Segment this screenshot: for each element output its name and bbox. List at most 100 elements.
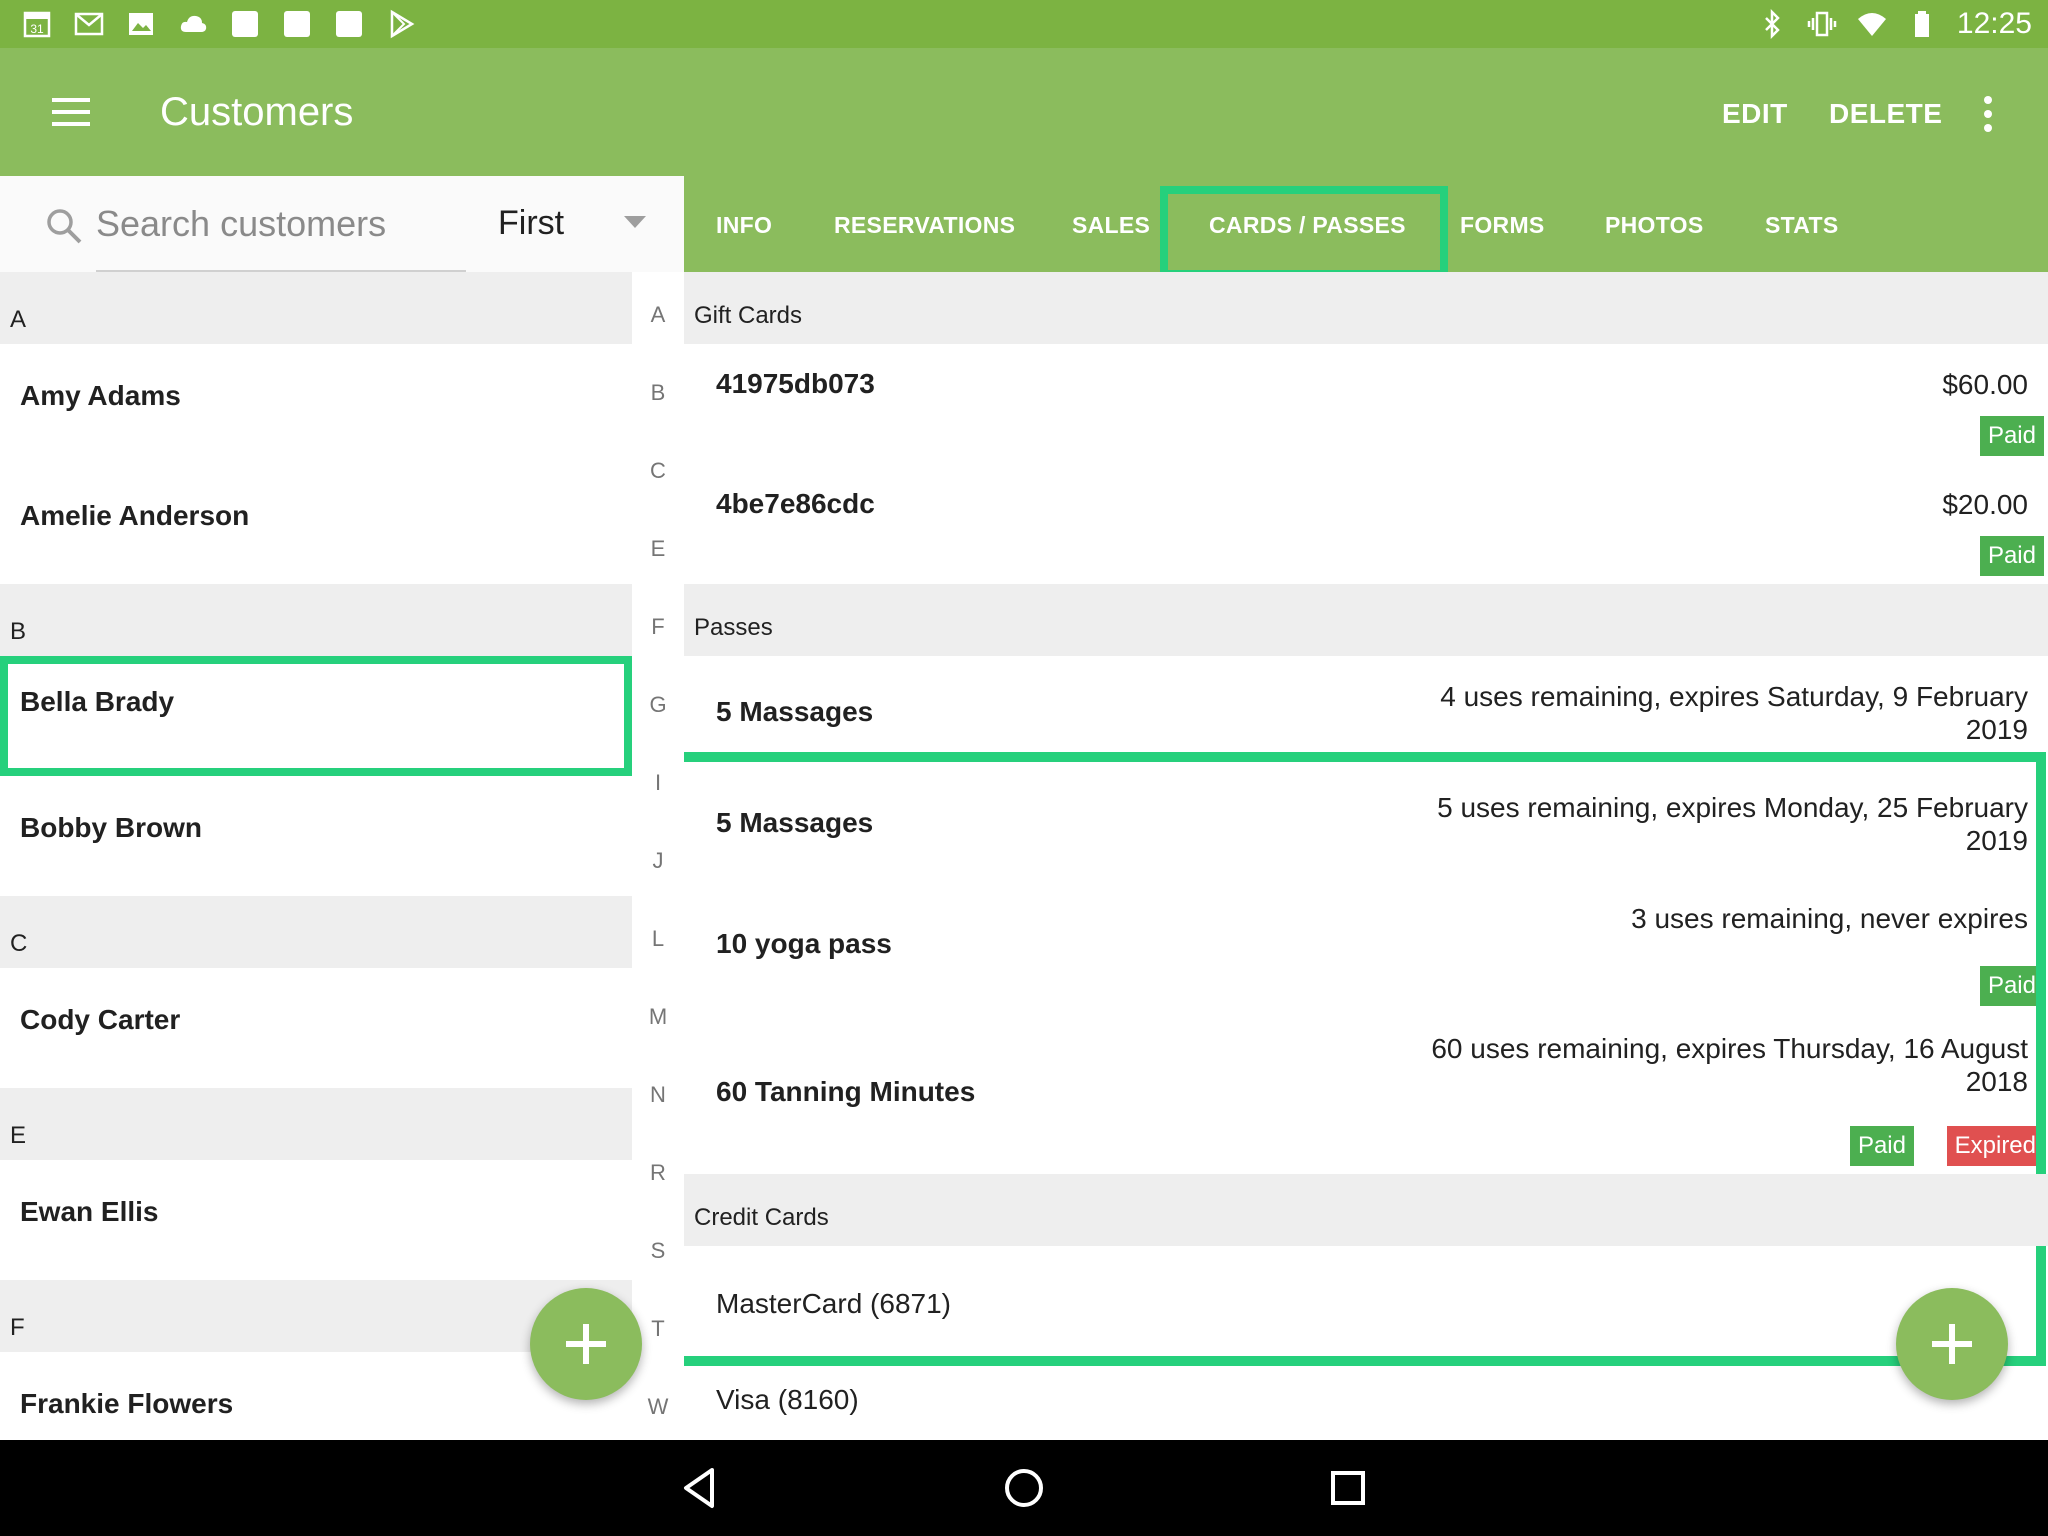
delete-button[interactable]: DELETE <box>1829 98 1942 130</box>
customer-item[interactable]: Cody Carter <box>0 968 632 1088</box>
tab-sales[interactable]: SALES <box>1072 212 1150 239</box>
search-input[interactable] <box>96 200 466 248</box>
alpha-index-letter[interactable]: W <box>632 1394 684 1420</box>
cards-passes-content: Gift Cards 41975db073 $60.00 Paid 4be7e8… <box>684 272 2048 1440</box>
pass-name[interactable]: 10 yoga pass <box>716 928 892 960</box>
notification-icons: 31 <box>22 8 416 40</box>
pass-detail-line: 2019 <box>1965 714 2028 745</box>
wifi-icon <box>1857 9 1887 39</box>
tab-reservations[interactable]: RESERVATIONS <box>834 212 1015 239</box>
alpha-index-letter[interactable]: G <box>632 692 684 718</box>
pass-detail-line: 4 uses remaining, expires Saturday, 9 Fe… <box>1440 681 2028 712</box>
pass-name[interactable]: 5 Massages <box>716 696 873 728</box>
customer-list-panel: First A Amy Adams Amelie Anderson B Bell… <box>0 176 684 1440</box>
alpha-index-letter[interactable]: N <box>632 1082 684 1108</box>
pass-name[interactable]: 60 Tanning Minutes <box>716 1076 975 1108</box>
pass-detail-line: 60 uses remaining, expires Thursday, 16 … <box>1431 1033 2028 1064</box>
alpha-index-letter[interactable]: F <box>632 614 684 640</box>
home-icon[interactable] <box>1000 1464 1048 1512</box>
alpha-index-letter[interactable]: B <box>632 380 684 406</box>
pass-detail-line: 5 uses remaining, expires Monday, 25 Feb… <box>1437 792 2028 823</box>
paid-badge: Paid <box>1979 416 2044 456</box>
plus-icon <box>566 1324 606 1364</box>
blank-square-icon <box>334 9 364 39</box>
pass-detail: 60 uses remaining, expires Thursday, 16 … <box>1431 1032 2028 1098</box>
credit-card-item[interactable]: Visa (8160) <box>716 1384 859 1416</box>
system-icons: 12:25 <box>1757 7 2032 40</box>
alpha-index-letter[interactable]: I <box>632 770 684 796</box>
search-icon <box>44 206 84 246</box>
alpha-index-letter[interactable]: S <box>632 1238 684 1264</box>
customer-name: Bobby Brown <box>20 812 202 843</box>
add-card-pass-button[interactable] <box>1896 1288 2008 1400</box>
paid-badge: Paid <box>1979 966 2044 1006</box>
play-store-icon <box>386 9 416 39</box>
recents-icon[interactable] <box>1324 1464 1372 1512</box>
alpha-index-letter[interactable]: R <box>632 1160 684 1186</box>
back-icon[interactable] <box>676 1464 724 1512</box>
cloud-icon <box>178 9 208 39</box>
more-vert-icon[interactable] <box>1976 92 2000 136</box>
tab-forms[interactable]: FORMS <box>1460 212 1545 239</box>
customer-name: Ewan Ellis <box>20 1196 159 1227</box>
status-time: 12:25 <box>1956 7 2032 40</box>
gift-cards-header: Gift Cards <box>684 272 2048 344</box>
pass-detail-line: 3 uses remaining, never expires <box>1631 903 2028 934</box>
alpha-index-letter[interactable]: E <box>632 536 684 562</box>
battery-icon <box>1907 9 1937 39</box>
gift-card-code[interactable]: 41975db073 <box>716 368 875 400</box>
customer-item[interactable]: Ewan Ellis <box>0 1160 632 1280</box>
system-nav-bar <box>0 1440 2048 1536</box>
status-bar: 31 12:25 <box>0 0 2048 48</box>
pass-detail: 4 uses remaining, expires Saturday, 9 Fe… <box>1440 680 2028 746</box>
alpha-index-letter[interactable]: M <box>632 1004 684 1030</box>
tab-stats[interactable]: STATS <box>1765 212 1838 239</box>
blank-square-icon <box>282 9 312 39</box>
credit-cards-header: Credit Cards <box>684 1174 2048 1246</box>
alpha-index-letter[interactable]: L <box>632 926 684 952</box>
add-customer-button[interactable] <box>530 1288 642 1400</box>
customer-name: Frankie Flowers <box>20 1388 234 1419</box>
gmail-icon <box>74 9 104 39</box>
tab-cards-passes[interactable]: CARDS / PASSES <box>1209 212 1406 239</box>
alpha-index-letter[interactable]: A <box>632 302 684 328</box>
blank-square-icon <box>230 9 260 39</box>
tab-photos[interactable]: PHOTOS <box>1605 212 1704 239</box>
tab-bar: INFO RESERVATIONS SALES CARDS / PASSES F… <box>684 176 2048 278</box>
customer-item[interactable]: Amy Adams <box>0 344 632 464</box>
hamburger-menu-icon[interactable] <box>48 92 96 132</box>
alpha-index-letter[interactable]: C <box>632 458 684 484</box>
plus-icon <box>1932 1324 1972 1364</box>
alphabet-index[interactable]: A B C E F G I J L M N R S T W <box>632 272 684 1440</box>
gift-card-amount: $60.00 <box>1942 369 2028 400</box>
edit-button[interactable]: EDIT <box>1722 98 1788 130</box>
credit-card-item[interactable]: MasterCard (6871) <box>716 1288 951 1320</box>
customer-list: A Amy Adams Amelie Anderson B Bella Brad… <box>0 272 632 1440</box>
customer-name: Bella Brady <box>20 686 175 717</box>
pass-detail: 3 uses remaining, never expires <box>1631 902 2028 935</box>
photos-icon <box>126 9 156 39</box>
pass-detail-line: 2018 <box>1965 1066 2028 1097</box>
sort-dropdown[interactable]: First <box>476 198 666 250</box>
gift-card-code[interactable]: 4be7e86cdc <box>716 488 875 520</box>
customer-item[interactable]: Amelie Anderson <box>0 464 632 584</box>
customer-name: Cody Carter <box>20 1004 181 1035</box>
calendar-icon: 31 <box>22 9 52 39</box>
pass-detail: 5 uses remaining, expires Monday, 25 Feb… <box>1437 791 2028 857</box>
calendar-day: 31 <box>30 22 44 36</box>
customer-name: Amelie Anderson <box>20 500 250 531</box>
expired-badge: Expired <box>1946 1126 2044 1166</box>
customer-item[interactable]: Bobby Brown <box>0 776 632 896</box>
section-header: C <box>0 896 632 968</box>
section-header: A <box>0 272 632 344</box>
tab-info[interactable]: INFO <box>716 212 772 239</box>
customer-name: Amy Adams <box>20 380 181 411</box>
chevron-down-icon <box>624 216 646 228</box>
alpha-index-letter[interactable]: J <box>632 848 684 874</box>
pass-detail-line: 2019 <box>1965 825 2028 856</box>
customer-detail-panel: INFO RESERVATIONS SALES CARDS / PASSES F… <box>684 176 2048 1440</box>
gift-card-amount: $20.00 <box>1942 489 2028 520</box>
customer-item-selected[interactable]: Bella Brady <box>0 656 632 776</box>
pass-name[interactable]: 5 Massages <box>716 807 873 839</box>
section-header: B <box>0 584 632 656</box>
